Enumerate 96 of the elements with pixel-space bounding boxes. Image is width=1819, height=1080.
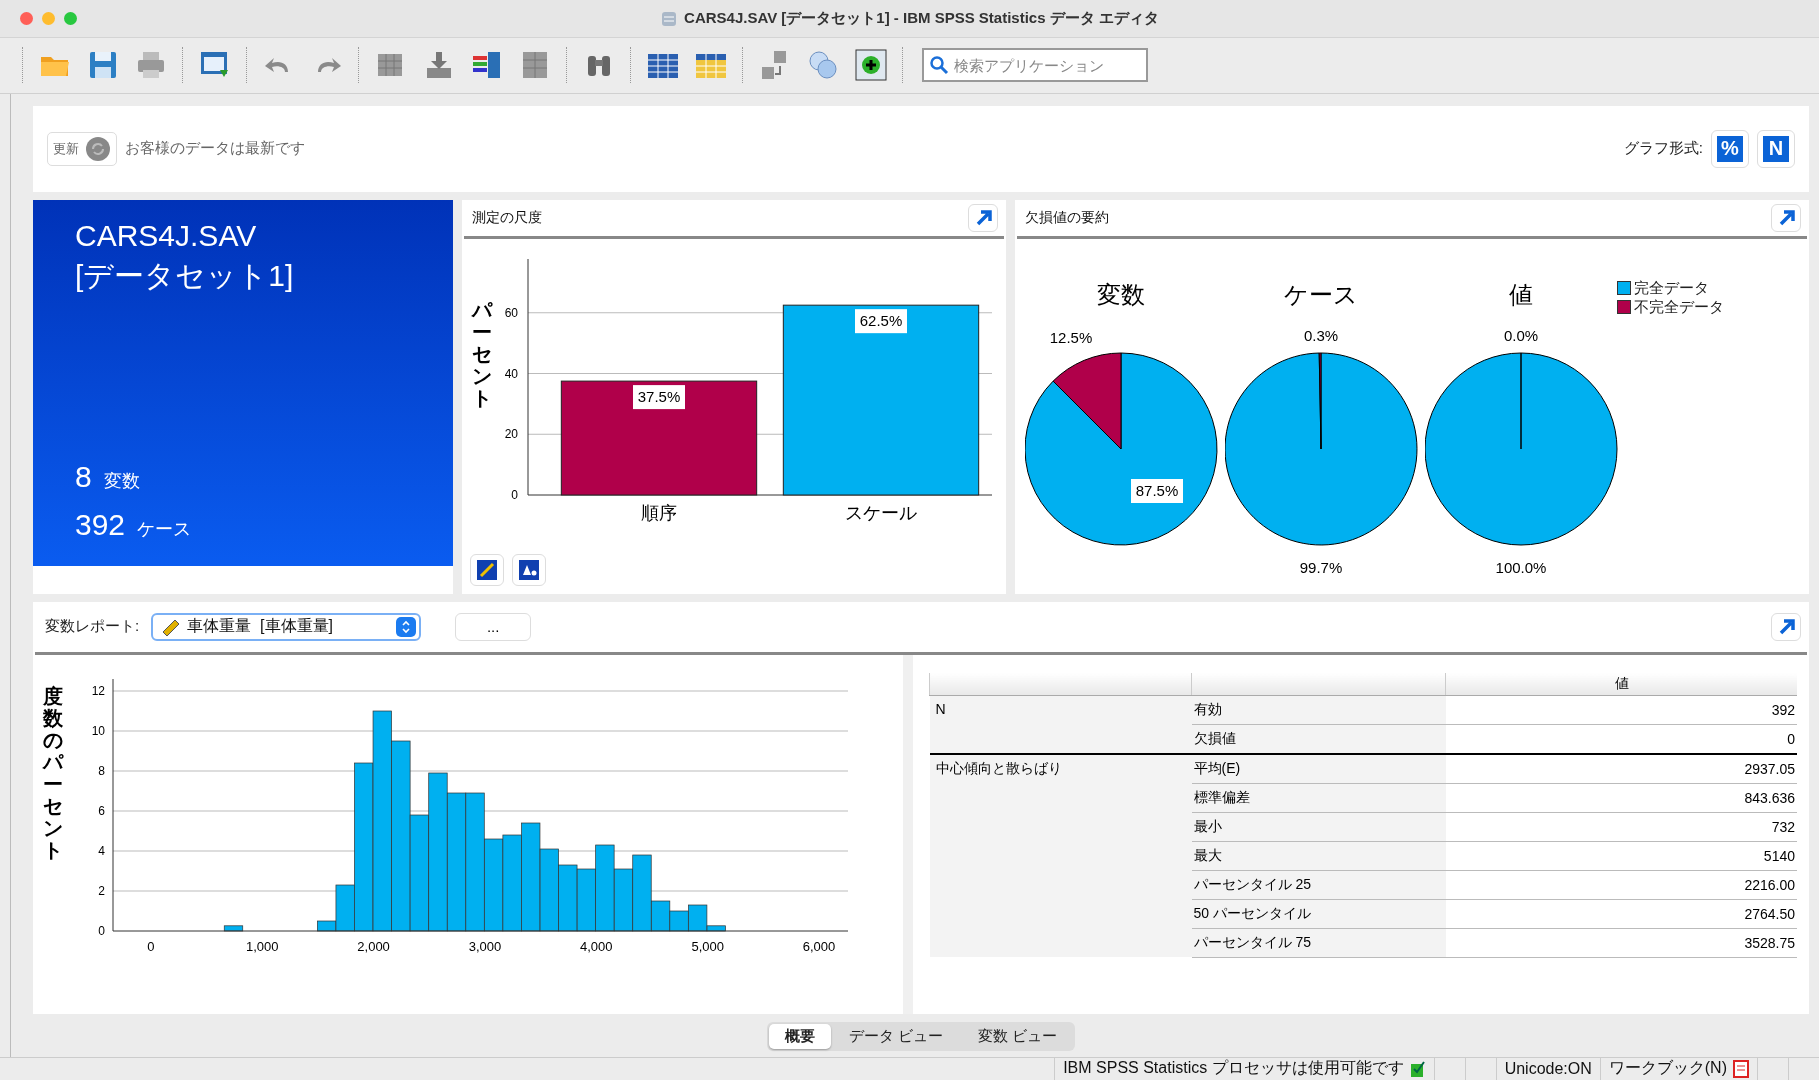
statistic-name: 最大 [1191,841,1446,871]
data-label: 62.5% [855,308,907,333]
expand-button[interactable] [1771,203,1801,232]
axis-tick-label: 60 [504,305,518,320]
search-field[interactable]: 検索アプリケーション [922,48,1148,83]
dataset-title: CARS4J.SAV [75,217,258,254]
stat-number: 392 [75,507,126,542]
processor-status: IBM SPSS Statistics プロセッサは使用可能です [1063,1058,1404,1079]
axis-tick-label: 1,000 [245,938,279,954]
statistic-name: 欠損値 [1191,724,1446,754]
stepper-icon [396,616,417,637]
view-tab[interactable]: データ ビュー [833,1023,960,1049]
window-title: CARS4J.SAV [データセット1] - IBM SPSS Statistics データ エディタ [684,9,1159,29]
category-label: スケール [845,502,917,523]
axis-tick-label: 0 [147,938,155,954]
stat-label: 変数 [103,469,140,493]
statistic-value: 843.636 [1445,783,1797,813]
axis-tick-label: 0 [511,487,518,502]
stat-label: ケース [137,517,192,541]
axis-tick-label: 3,000 [468,938,502,954]
dataset-subtitle: [データセット1] [75,257,295,294]
expand-button[interactable] [967,203,998,232]
data-label: 37.5% [633,384,685,409]
statistic-name: 平均(E) [1191,753,1446,784]
panel-title: 欠損値の要約 [1024,208,1109,227]
statistic-name: 標準偏差 [1191,783,1446,813]
axis-tick-label: 2 [98,883,105,898]
font-icon [519,559,539,580]
pencil-icon [477,559,497,580]
font-button[interactable] [512,553,546,586]
document-icon [660,9,679,28]
axis-tick-label: 0 [98,923,105,938]
legend-label: 完全データ [1633,278,1709,298]
refresh-icon [85,135,111,162]
graph-format-label: グラフ形式: [1623,139,1703,159]
variable-dropdown[interactable]: 車体重量 [車体重量] [151,612,422,641]
data-label: 100.0% [1495,558,1547,576]
column-header: 値 [1445,672,1797,696]
axis-tick-label: 12 [91,683,105,698]
data-status-text: お客様のデータは最新です [125,139,305,159]
axis-tick-label: 5,000 [691,938,724,954]
statistic-value: 392 [1445,695,1797,725]
panel-title: 測定の尺度 [472,208,542,227]
statistic-value: 0 [1445,724,1797,754]
chart-title: 値 [1508,280,1533,308]
axis-tick-label: 4 [98,843,105,858]
axis-tick-label: 6,000 [802,938,836,954]
view-tab[interactable]: 概要 [769,1023,832,1049]
data-label: 99.7% [1299,558,1343,576]
statistic-value: 3528.75 [1445,928,1797,958]
axis-title: パーセント [472,298,492,409]
chart-title: ケース [1283,280,1358,308]
statistic-value: 5140 [1445,841,1797,871]
workbook-status: ワークブック(N) [1608,1058,1727,1079]
statistic-name: 有効 [1191,695,1446,725]
report-label: 変数レポート: [45,617,140,637]
statistic-value: 2216.00 [1445,870,1797,900]
search-icon [929,55,949,76]
refresh-button[interactable]: 更新 [47,131,117,166]
view-tab[interactable]: 変数 ビュー [961,1023,1073,1049]
chart-title: 変数 [1096,280,1145,308]
statistic-value: 732 [1445,812,1797,842]
category-label: 順序 [641,502,677,523]
axis-tick-label: 40 [504,366,518,381]
edit-chart-button[interactable] [470,553,504,586]
arrow-icon [1777,208,1795,227]
unicode-status: Unicode:ON [1504,1059,1592,1078]
graph-format-button[interactable]: % [1711,129,1749,168]
statistic-name: パーセンタイル 75 [1191,928,1446,958]
graph-format-button[interactable]: N [1757,129,1795,168]
axis-tick-label: 20 [504,426,518,441]
row-group-label: N [929,695,1192,754]
arrow-icon [1777,617,1795,636]
check-icon [1409,1059,1426,1078]
axis-tick-label: 4,000 [580,938,613,954]
row-group-label: 中心傾向と散らばり [929,753,1192,958]
legend-label: 不完全データ [1633,297,1724,317]
axis-tick-label: 2,000 [357,938,390,954]
more-button[interactable]: ... [455,612,532,641]
statistic-name: パーセンタイル 25 [1191,870,1446,900]
data-label: 87.5% [1135,481,1179,499]
data-label: 12.5% [1049,328,1093,346]
data-label: 0.3% [1303,326,1339,344]
axis-title: 度数のパーセント [43,684,63,861]
statistic-name: 最小 [1191,812,1446,842]
data-label: 0.0% [1503,326,1539,344]
statistic-value: 2937.05 [1445,753,1797,784]
expand-button[interactable] [1771,612,1801,641]
axis-tick-label: 6 [98,803,105,818]
axis-tick-label: 10 [91,723,105,738]
stat-number: 8 [75,459,92,494]
axis-tick-label: 8 [98,763,105,778]
statistic-name: 50 パーセンタイル [1191,899,1446,929]
close-button[interactable] [20,12,33,26]
statistic-value: 2764.50 [1445,899,1797,929]
notebook-icon [1733,1059,1749,1078]
